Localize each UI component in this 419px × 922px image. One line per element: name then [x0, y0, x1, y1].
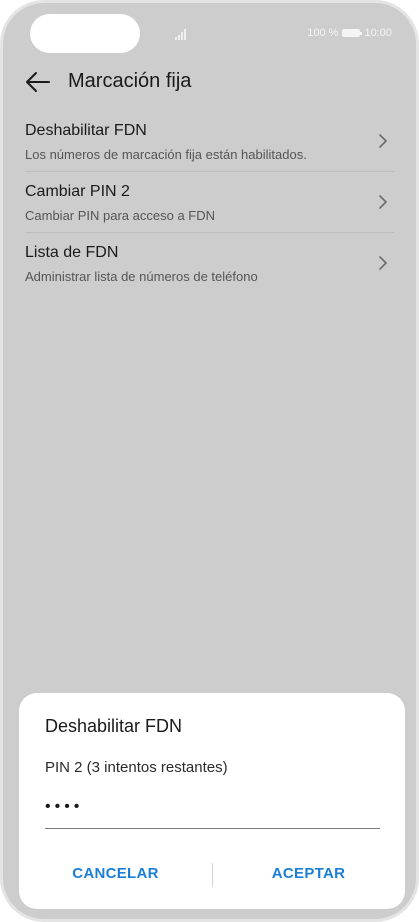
app-bar: Marcación fija — [3, 63, 416, 103]
arrow-left-icon[interactable] — [25, 71, 51, 93]
list-item-subtitle: Cambiar PIN para acceso a FDN — [25, 208, 216, 223]
accept-button[interactable]: ACEPTAR — [212, 865, 405, 882]
chevron-right-icon — [379, 195, 387, 209]
list-item-change-pin2[interactable]: Cambiar PIN 2 Cambiar PIN para acceso a … — [25, 172, 394, 233]
list-item-title: Cambiar PIN 2 — [25, 183, 130, 200]
clock: 10:00 — [364, 27, 392, 39]
settings-list: Deshabilitar FDN Los números de marcació… — [25, 111, 394, 294]
dialog-title: Deshabilitar FDN — [45, 716, 183, 736]
list-item-title: Lista de FDN — [25, 244, 119, 261]
list-item-subtitle: Los números de marcación fija están habi… — [25, 147, 307, 162]
cancel-button[interactable]: CANCELAR — [19, 865, 212, 882]
chevron-right-icon — [379, 134, 387, 148]
phone-frame: 100 % 10:00 Marcación fija Deshabilitar … — [0, 0, 419, 922]
pin2-input[interactable]: •••• — [45, 789, 380, 829]
page-title: Marcación fija — [68, 70, 192, 92]
dialog-actions: CANCELAR ACEPTAR — [19, 863, 405, 891]
status-bar: 100 % 10:00 — [3, 25, 416, 45]
battery-percent: 100 % — [307, 27, 339, 39]
signal-icon — [175, 29, 186, 40]
disable-fdn-dialog: Deshabilitar FDN PIN 2 (3 intentos resta… — [19, 693, 405, 909]
list-item-disable-fdn[interactable]: Deshabilitar FDN Los números de marcació… — [25, 111, 394, 172]
chevron-right-icon — [379, 256, 387, 270]
list-item-fdn-list[interactable]: Lista de FDN Administrar lista de número… — [25, 233, 394, 294]
pin2-label: PIN 2 (3 intentos restantes) — [45, 759, 228, 776]
battery-icon — [342, 29, 363, 37]
list-item-title: Deshabilitar FDN — [25, 122, 147, 139]
status-right: 100 % 10:00 — [307, 27, 392, 39]
list-item-subtitle: Administrar lista de números de teléfono — [25, 269, 258, 284]
